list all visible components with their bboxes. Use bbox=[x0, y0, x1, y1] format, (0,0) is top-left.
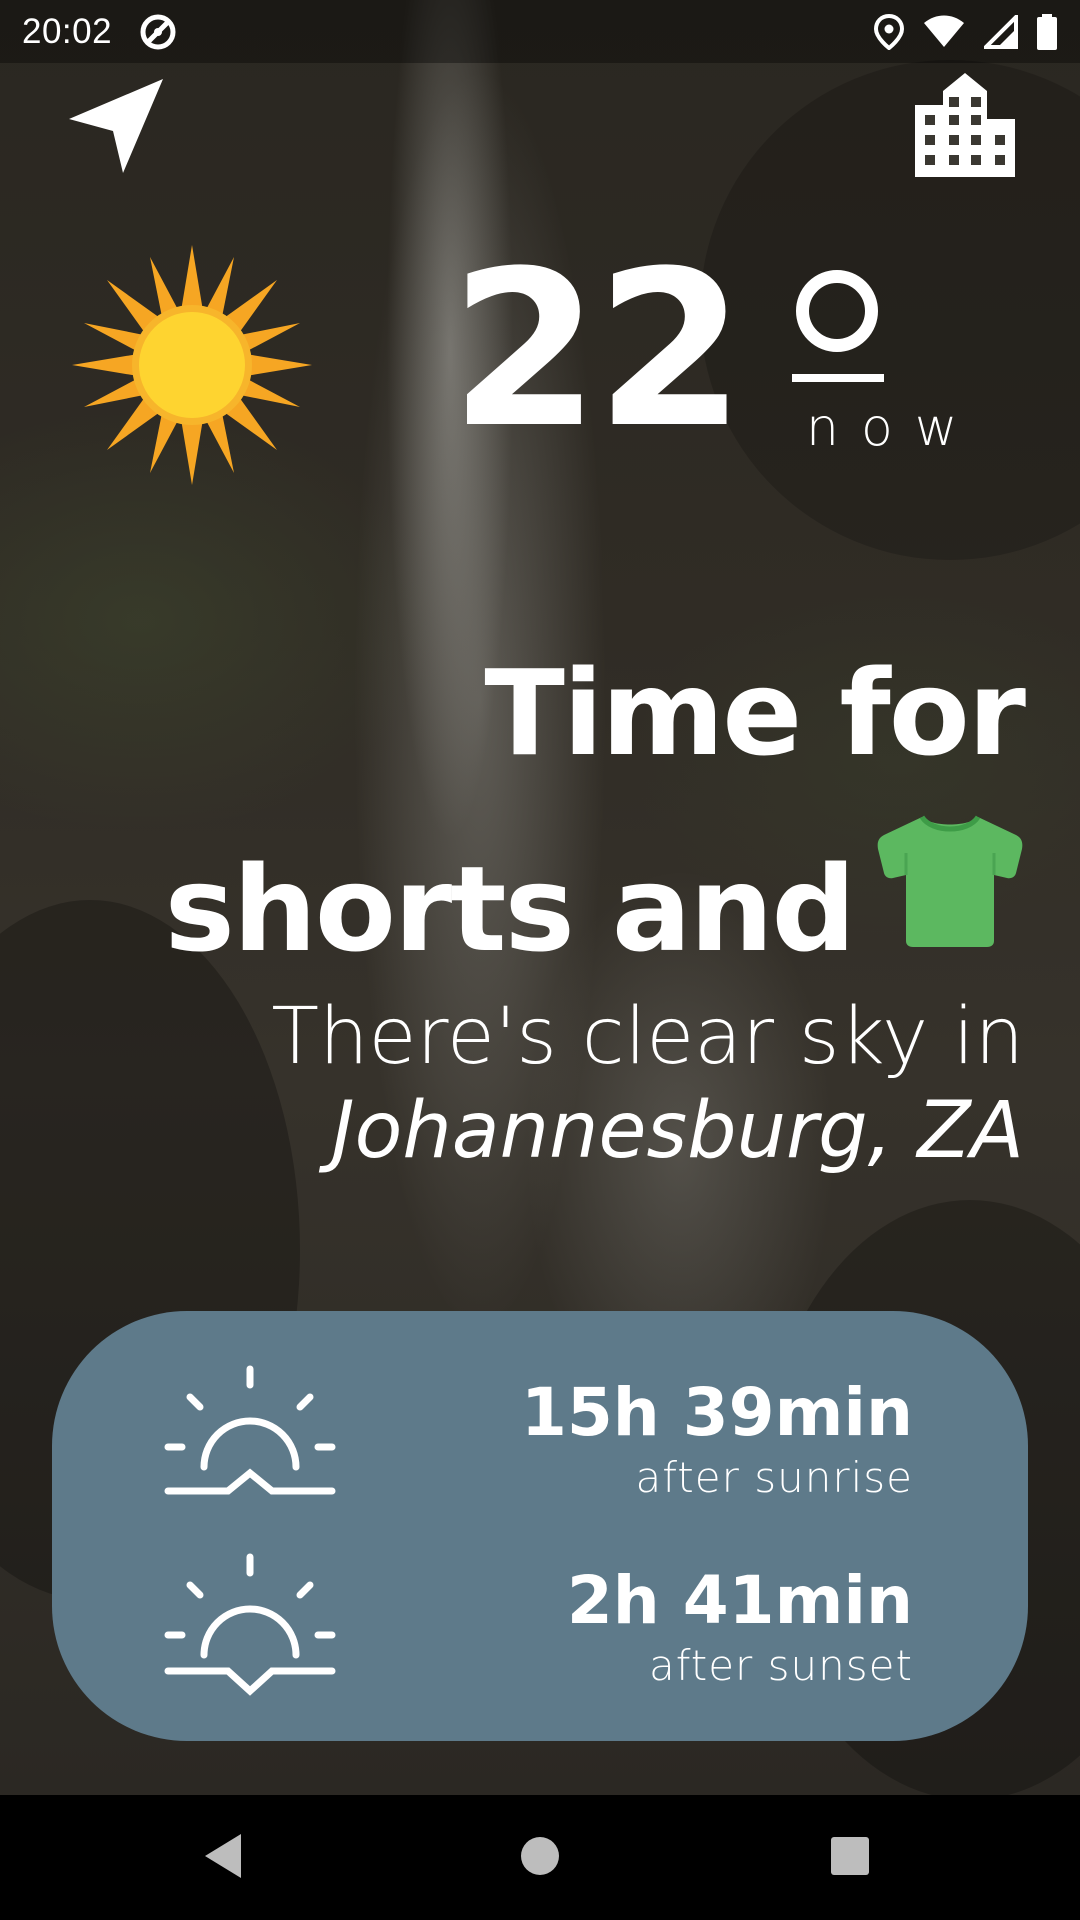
choose-city-button[interactable] bbox=[910, 70, 1020, 180]
battery-icon bbox=[1036, 13, 1058, 50]
sunrise-duration: 15h 39min bbox=[520, 1374, 913, 1451]
condition-text: There's clear sky in bbox=[271, 992, 1024, 1082]
cell-signal-icon bbox=[984, 14, 1018, 49]
temperature-time-label: now bbox=[806, 398, 980, 458]
wifi-icon bbox=[922, 15, 966, 49]
headline-line-1: Time for bbox=[484, 644, 1026, 782]
degree-symbol bbox=[796, 270, 878, 352]
t-shirt-icon bbox=[876, 810, 1024, 1006]
status-bar: 20:02 bbox=[0, 0, 1080, 63]
city-buildings-icon bbox=[913, 69, 1017, 181]
sunset-icon bbox=[162, 1551, 338, 1705]
headline-line-2-text: shorts and bbox=[164, 840, 856, 978]
sun-times-card: 15h 39min after sunrise 2h 41min after s… bbox=[52, 1311, 1028, 1741]
navigation-arrow-icon bbox=[65, 73, 165, 181]
recents-button[interactable] bbox=[817, 1825, 883, 1891]
degree-underline bbox=[792, 374, 884, 382]
my-location-button[interactable] bbox=[60, 72, 170, 182]
sunset-duration: 2h 41min bbox=[566, 1562, 913, 1639]
location-pin-icon bbox=[874, 13, 904, 50]
weather-condition: There's clear sky in Johannesburg, ZA bbox=[44, 990, 1024, 1178]
temperature-value: 22 bbox=[450, 224, 745, 475]
sunrise-icon bbox=[162, 1363, 338, 1507]
no-disturb-icon bbox=[138, 12, 178, 52]
home-button[interactable] bbox=[507, 1825, 573, 1891]
sun-icon bbox=[72, 245, 312, 489]
recents-icon bbox=[829, 1835, 871, 1881]
headline-line-2: shorts and bbox=[44, 811, 1024, 1016]
status-time: 20:02 bbox=[22, 11, 113, 51]
back-icon bbox=[201, 1831, 245, 1885]
sunset-label: after sunset bbox=[648, 1641, 913, 1690]
sunrise-label: after sunrise bbox=[635, 1453, 913, 1502]
sunrise-row: 15h 39min after sunrise bbox=[52, 1363, 1028, 1523]
navigation-bar bbox=[0, 1795, 1080, 1920]
home-icon bbox=[518, 1834, 562, 1882]
city-name: Johannesburg, ZA bbox=[331, 1086, 1024, 1176]
sunset-row: 2h 41min after sunset bbox=[52, 1551, 1028, 1711]
clothing-headline: Time for shorts and bbox=[44, 615, 1026, 1016]
back-button[interactable] bbox=[190, 1825, 256, 1891]
